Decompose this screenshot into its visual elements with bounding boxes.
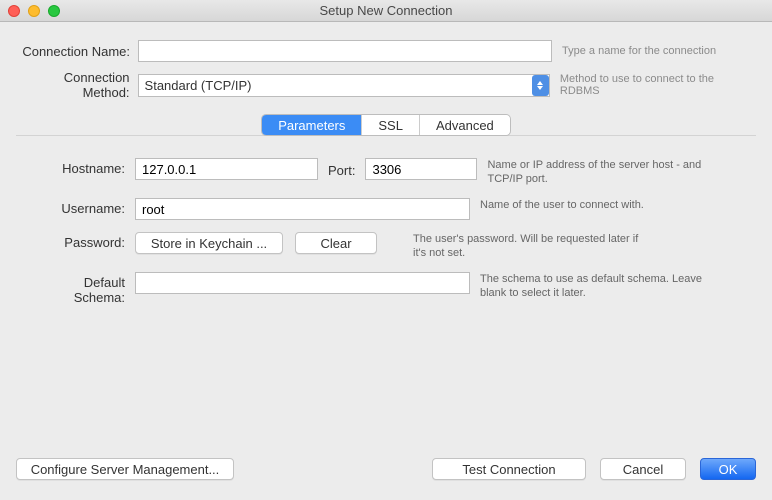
port-label: Port: bbox=[328, 160, 355, 178]
parameters-panel: Hostname: Port: Name or IP address of th… bbox=[16, 135, 756, 455]
hostname-input[interactable] bbox=[135, 158, 318, 180]
dropdown-stepper-icon[interactable] bbox=[532, 75, 549, 96]
connection-name-help: Type a name for the connection bbox=[562, 45, 716, 57]
username-input[interactable] bbox=[135, 198, 470, 220]
configure-server-management-button[interactable]: Configure Server Management... bbox=[16, 458, 234, 480]
username-help: Name of the user to connect with. bbox=[480, 198, 714, 212]
connection-name-label: Connection Name: bbox=[16, 44, 138, 59]
default-schema-row: Default Schema: The schema to use as def… bbox=[30, 272, 742, 305]
connection-method-select[interactable]: Standard (TCP/IP) bbox=[138, 74, 550, 97]
connection-method-value: Standard (TCP/IP) bbox=[145, 78, 252, 93]
tab-bar: Parameters SSL Advanced bbox=[261, 114, 511, 136]
clear-password-button[interactable]: Clear bbox=[295, 232, 377, 254]
window-title: Setup New Connection bbox=[0, 3, 772, 18]
connection-method-help: Method to use to connect to the RDBMS bbox=[560, 73, 756, 97]
window-body: Connection Name: Type a name for the con… bbox=[0, 22, 772, 455]
username-label: Username: bbox=[30, 198, 135, 216]
tab-ssl[interactable]: SSL bbox=[361, 115, 419, 135]
port-input[interactable] bbox=[365, 158, 477, 180]
store-keychain-button[interactable]: Store in Keychain ... bbox=[135, 232, 283, 254]
hostname-help: Name or IP address of the server host - … bbox=[487, 158, 721, 186]
default-schema-input[interactable] bbox=[135, 272, 470, 294]
username-row: Username: Name of the user to connect wi… bbox=[30, 198, 742, 220]
hostname-row: Hostname: Port: Name or IP address of th… bbox=[30, 158, 742, 186]
ok-button[interactable]: OK bbox=[700, 458, 756, 480]
tab-parameters[interactable]: Parameters bbox=[262, 115, 361, 135]
connection-method-label: Connection Method: bbox=[16, 70, 138, 100]
default-schema-label: Default Schema: bbox=[30, 272, 135, 305]
titlebar: Setup New Connection bbox=[0, 0, 772, 22]
test-connection-button[interactable]: Test Connection bbox=[432, 458, 586, 480]
connection-name-row: Connection Name: Type a name for the con… bbox=[16, 40, 756, 62]
footer: Configure Server Management... Test Conn… bbox=[16, 458, 756, 480]
connection-method-row: Connection Method: Standard (TCP/IP) Met… bbox=[16, 70, 756, 100]
tab-advanced[interactable]: Advanced bbox=[419, 115, 510, 135]
cancel-button[interactable]: Cancel bbox=[600, 458, 686, 480]
connection-name-input[interactable] bbox=[138, 40, 552, 62]
password-row: Password: Store in Keychain ... Clear Th… bbox=[30, 232, 742, 260]
password-label: Password: bbox=[30, 232, 135, 250]
password-help: The user's password. Will be requested l… bbox=[413, 232, 647, 260]
default-schema-help: The schema to use as default schema. Lea… bbox=[480, 272, 714, 300]
hostname-label: Hostname: bbox=[30, 158, 135, 176]
